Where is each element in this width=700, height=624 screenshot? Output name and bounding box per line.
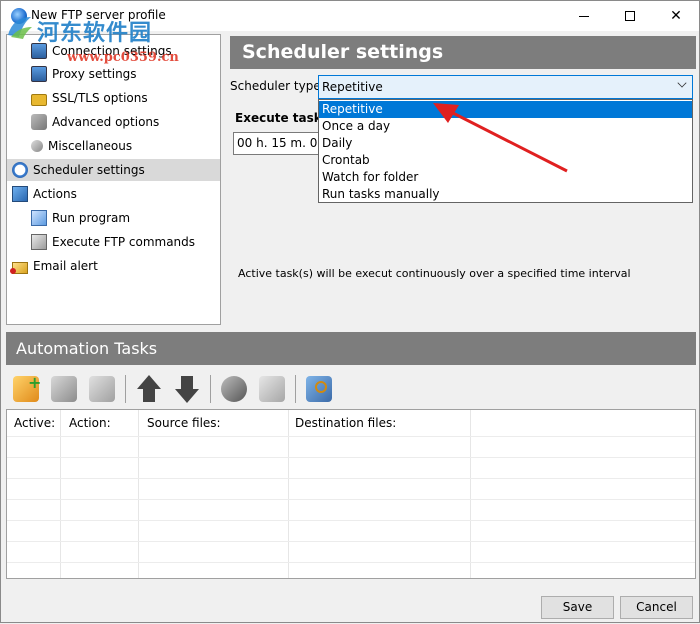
chevron-down-icon	[677, 78, 687, 88]
add-task-button[interactable]: +	[10, 373, 42, 405]
tree-item-label: Execute FTP commands	[52, 235, 196, 249]
tree-item-run-program[interactable]: Run program	[31, 207, 130, 229]
move-up-button[interactable]	[133, 373, 165, 405]
tree-item-label: Scheduler settings	[33, 163, 145, 177]
actions-icon	[12, 186, 28, 202]
misc-icon	[31, 140, 43, 152]
delete-task-icon	[89, 376, 115, 402]
tree-item-proxy-settings[interactable]: Proxy settings	[31, 63, 137, 85]
watermark-text: 河东软件园	[37, 20, 153, 46]
scheduler-type-select[interactable]: Repetitive	[318, 75, 693, 99]
tree-item-label: Email alert	[33, 259, 98, 273]
copy-task-button[interactable]	[256, 373, 288, 405]
option-crontab[interactable]: Crontab	[319, 152, 692, 169]
interval-input[interactable]: 00 h. 15 m. 00	[233, 132, 323, 155]
tree-item-ssl-tls-options[interactable]: SSL/TLS options	[31, 87, 148, 109]
lock-icon	[31, 94, 47, 106]
tree-item-label: SSL/TLS options	[52, 91, 148, 105]
move-down-button[interactable]	[171, 373, 203, 405]
edit-task-button[interactable]	[48, 373, 80, 405]
clock-icon	[12, 162, 28, 178]
automation-header: Automation Tasks	[6, 332, 696, 365]
toolbar-separator	[295, 375, 296, 403]
search-task-button[interactable]	[303, 373, 335, 405]
tree-item-label: Run program	[52, 211, 131, 225]
advanced-icon	[31, 114, 47, 130]
scheduler-header: Scheduler settings	[230, 36, 696, 69]
ftp-commands-icon	[31, 234, 47, 250]
column-action[interactable]: Action:	[62, 410, 111, 436]
copy-task-icon	[259, 376, 285, 402]
tree-item-execute-ftp-commands[interactable]: Execute FTP commands	[31, 231, 195, 253]
automation-tasks-table: Active: Action: Source files: Destinatio…	[6, 409, 696, 579]
option-run-tasks-manually[interactable]: Run tasks manually	[319, 186, 692, 203]
tree-item-email-alert[interactable]: Email alert	[10, 255, 98, 277]
automation-toolbar: +	[6, 371, 696, 409]
scheduler-type-value: Repetitive	[322, 80, 383, 94]
tree-item-scheduler-settings[interactable]: Scheduler settings	[7, 159, 220, 181]
scheduler-type-label: Scheduler type:	[230, 79, 325, 93]
tree-item-advanced-options[interactable]: Advanced options	[31, 111, 159, 133]
tree-item-actions[interactable]: Actions	[12, 183, 77, 205]
tree-item-miscellaneous[interactable]: Miscellaneous	[31, 135, 132, 157]
close-button[interactable]: ✕	[653, 1, 699, 31]
proxy-icon	[31, 66, 47, 82]
refresh-task-icon	[221, 376, 247, 402]
tree-item-label: Actions	[33, 187, 77, 201]
settings-tree: Connection settings Proxy settings SSL/T…	[6, 34, 221, 325]
watermark-url: www.pc0359.cn	[67, 50, 179, 65]
option-daily[interactable]: Daily	[319, 135, 692, 152]
column-source-files[interactable]: Source files:	[140, 410, 221, 436]
minimize-icon	[579, 15, 589, 17]
option-watch-for-folder[interactable]: Watch for folder	[319, 169, 692, 186]
toolbar-separator	[210, 375, 211, 403]
edit-task-icon	[51, 376, 77, 402]
option-once-a-day[interactable]: Once a day	[319, 118, 692, 135]
cancel-button[interactable]: Cancel	[620, 596, 693, 619]
watermark-logo	[8, 17, 32, 39]
tree-item-label: Miscellaneous	[48, 139, 133, 153]
tree-item-label: Proxy settings	[52, 67, 137, 81]
ftp-profile-window: New FTP server profile ✕ Connection sett…	[0, 0, 700, 623]
scheduler-info-text: Active task(s) will be execut continuous…	[238, 267, 631, 280]
scheduler-type-options: Repetitive Once a day Daily Crontab Watc…	[318, 99, 693, 203]
toolbar-separator	[125, 375, 126, 403]
save-button[interactable]: Save	[541, 596, 614, 619]
run-program-icon	[31, 210, 47, 226]
minimize-button[interactable]	[561, 1, 607, 31]
close-icon: ✕	[670, 8, 682, 24]
tree-item-label: Advanced options	[52, 115, 160, 129]
email-icon	[10, 262, 28, 274]
option-repetitive[interactable]: Repetitive	[319, 101, 692, 118]
maximize-button[interactable]	[607, 1, 653, 31]
column-active[interactable]: Active:	[7, 410, 55, 436]
maximize-icon	[625, 11, 635, 21]
delete-task-button[interactable]	[86, 373, 118, 405]
refresh-task-button[interactable]	[218, 373, 250, 405]
column-destination-files[interactable]: Destination files:	[288, 410, 396, 436]
